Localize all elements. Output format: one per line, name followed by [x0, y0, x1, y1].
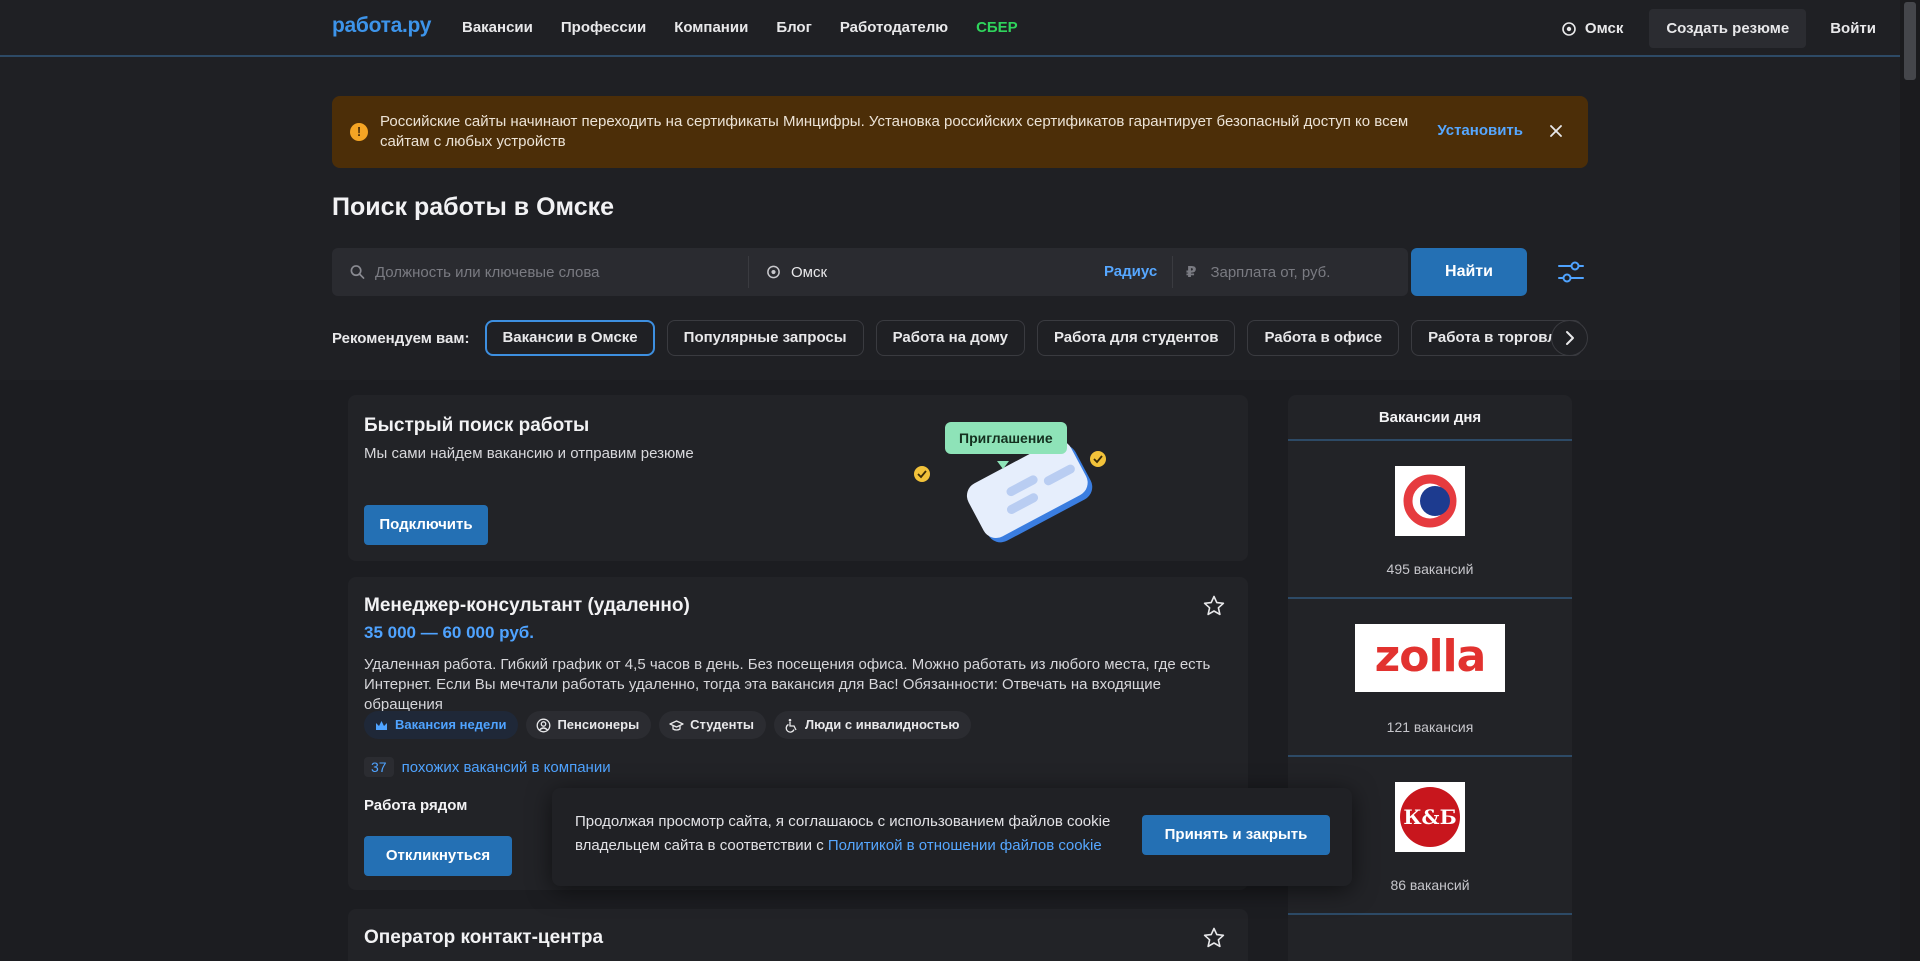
search-divider [1172, 256, 1173, 288]
nav-employer[interactable]: Работодателю [840, 19, 948, 36]
graduation-cap-icon [669, 719, 684, 731]
vacancy-description: Удаленная работа. Гибкий график от 4,5 ч… [364, 656, 1211, 713]
tag-disabilities: Люди с инвалидностью [773, 711, 972, 739]
certificate-alert: ! Российские сайты начинают переходить н… [332, 96, 1588, 168]
scrollbar-thumb[interactable] [1904, 2, 1916, 80]
recommend-label: Рекомендуем вам: [332, 329, 470, 347]
main-nav: Вакансии Профессии Компании Блог Работод… [462, 19, 1018, 36]
site-header: работа.ру Вакансии Профессии Компании Бл… [0, 0, 1900, 57]
tag-label: Вакансия недели [395, 717, 507, 732]
salary-input[interactable] [1210, 263, 1396, 281]
nav-professions[interactable]: Профессии [561, 19, 646, 36]
nav-companies[interactable]: Компании [674, 19, 748, 36]
warning-icon: ! [350, 123, 368, 141]
quick-search-card: Быстрый поиск работы Мы сами найдем вака… [348, 395, 1248, 561]
vacancy-title[interactable]: Менеджер-консультант (удаленно) [364, 595, 690, 617]
search-icon [350, 265, 365, 279]
city-name: Омск [1584, 20, 1624, 37]
kb-logo-mark: К&Б [1400, 787, 1460, 847]
company-zolla[interactable]: zolla 121 вакансия [1288, 599, 1572, 757]
filters-icon[interactable] [1557, 259, 1585, 285]
star-icon[interactable] [1202, 594, 1226, 618]
accessibility-icon [785, 718, 797, 733]
quick-search-title: Быстрый поиск работы [364, 415, 590, 436]
company-vacancy-count: 121 вакансия [1386, 719, 1474, 735]
chip-students[interactable]: Работа для студентов [1036, 320, 1236, 356]
vacancy-card[interactable]: Оператор контакт-центра [348, 909, 1248, 961]
sovcombank-logo [1395, 466, 1465, 536]
job-search-field [350, 248, 740, 296]
user-circle-icon [537, 718, 551, 732]
zolla-logo: zolla [1355, 624, 1505, 692]
location-icon [767, 265, 780, 279]
cookie-policy-link[interactable]: Политикой в отношении файлов cookie [828, 837, 1102, 854]
chevron-right-icon [1566, 331, 1574, 345]
chip-office[interactable]: Работа в офисе [1247, 320, 1400, 356]
chip-vacancies-omsk[interactable]: Вакансии в Омске [485, 320, 655, 356]
apply-button[interactable]: Откликнуться [364, 836, 512, 876]
similar-count: 37 [364, 757, 394, 777]
sidebar-title: Вакансии дня [1288, 395, 1572, 441]
close-icon[interactable] [1546, 121, 1566, 141]
cookie-banner: Продолжая просмотр сайта, я соглашаюсь с… [552, 788, 1352, 886]
create-resume-button[interactable]: Создать резюме [1649, 9, 1807, 48]
company-sovcombank[interactable]: 495 вакансий [1288, 441, 1572, 599]
accept-cookies-button[interactable]: Принять и закрыть [1142, 815, 1330, 855]
radius-link[interactable]: Радиус [1104, 263, 1157, 280]
tag-label: Люди с инвалидностью [804, 717, 960, 732]
work-nearby-label: Работа рядом [364, 797, 468, 814]
tag-pensioners: Пенсионеры [526, 711, 652, 739]
login-button[interactable]: Войти [1816, 20, 1890, 37]
cookie-text: Продолжая просмотр сайта, я соглашаюсь с… [575, 810, 1135, 858]
nav-vacancies[interactable]: Вакансии [462, 19, 533, 36]
vacancy-salary: 35 000 — 60 000 руб. [364, 623, 534, 642]
nav-blog[interactable]: Блог [776, 19, 812, 36]
tag-vacancy-of-week: Вакансия недели [364, 711, 519, 739]
quick-search-subtitle: Мы сами найдем вакансию и отправим резюм… [364, 445, 694, 462]
invitation-bubble: Приглашение [945, 422, 1067, 454]
page-scrollbar[interactable] [1900, 0, 1920, 961]
connect-button[interactable]: Подключить [364, 505, 488, 545]
alert-text: Российские сайты начинают переходить на … [380, 113, 1409, 150]
salary-field: ₽ [1186, 248, 1396, 296]
company-vacancy-count: 495 вакансий [1386, 561, 1474, 577]
job-search-input[interactable] [374, 263, 740, 281]
similar-text: похожих вакансий в компании [401, 758, 611, 776]
chip-remote[interactable]: Работа на дому [875, 320, 1025, 356]
chip-popular[interactable]: Популярные запросы [666, 320, 864, 356]
find-button[interactable]: Найти [1411, 248, 1527, 296]
chips-next-button[interactable] [1551, 320, 1588, 356]
tag-students: Студенты [659, 711, 766, 739]
vacancy-tags: Вакансия недели Пенсионеры Студенты Люди… [364, 711, 972, 739]
recommendations: Рекомендуем вам: Вакансии в Омске Популя… [332, 320, 1594, 356]
header-actions: Омск Создать резюме Войти [1561, 9, 1890, 48]
tag-label: Пенсионеры [557, 717, 640, 732]
location-icon [1562, 21, 1576, 36]
kb-logo: К&Б [1395, 782, 1465, 852]
nav-sber[interactable]: СБЕР [976, 19, 1018, 36]
alert-install-link[interactable]: Установить [1437, 122, 1523, 139]
tag-label: Студенты [690, 717, 754, 732]
search-divider [748, 256, 749, 288]
city-selector[interactable]: Омск [1561, 20, 1623, 37]
ruble-icon: ₽ [1186, 264, 1197, 281]
page-title: Поиск работы в Омске [332, 193, 615, 221]
vacancy-title[interactable]: Оператор контакт-центра [364, 927, 603, 949]
search-bar: Радиус ₽ [332, 248, 1408, 296]
crown-icon [376, 720, 387, 730]
similar-vacancies-link[interactable]: 37 похожих вакансий в компании [364, 757, 611, 777]
star-icon[interactable] [1202, 926, 1226, 950]
site-logo[interactable]: работа.ру [332, 14, 431, 38]
